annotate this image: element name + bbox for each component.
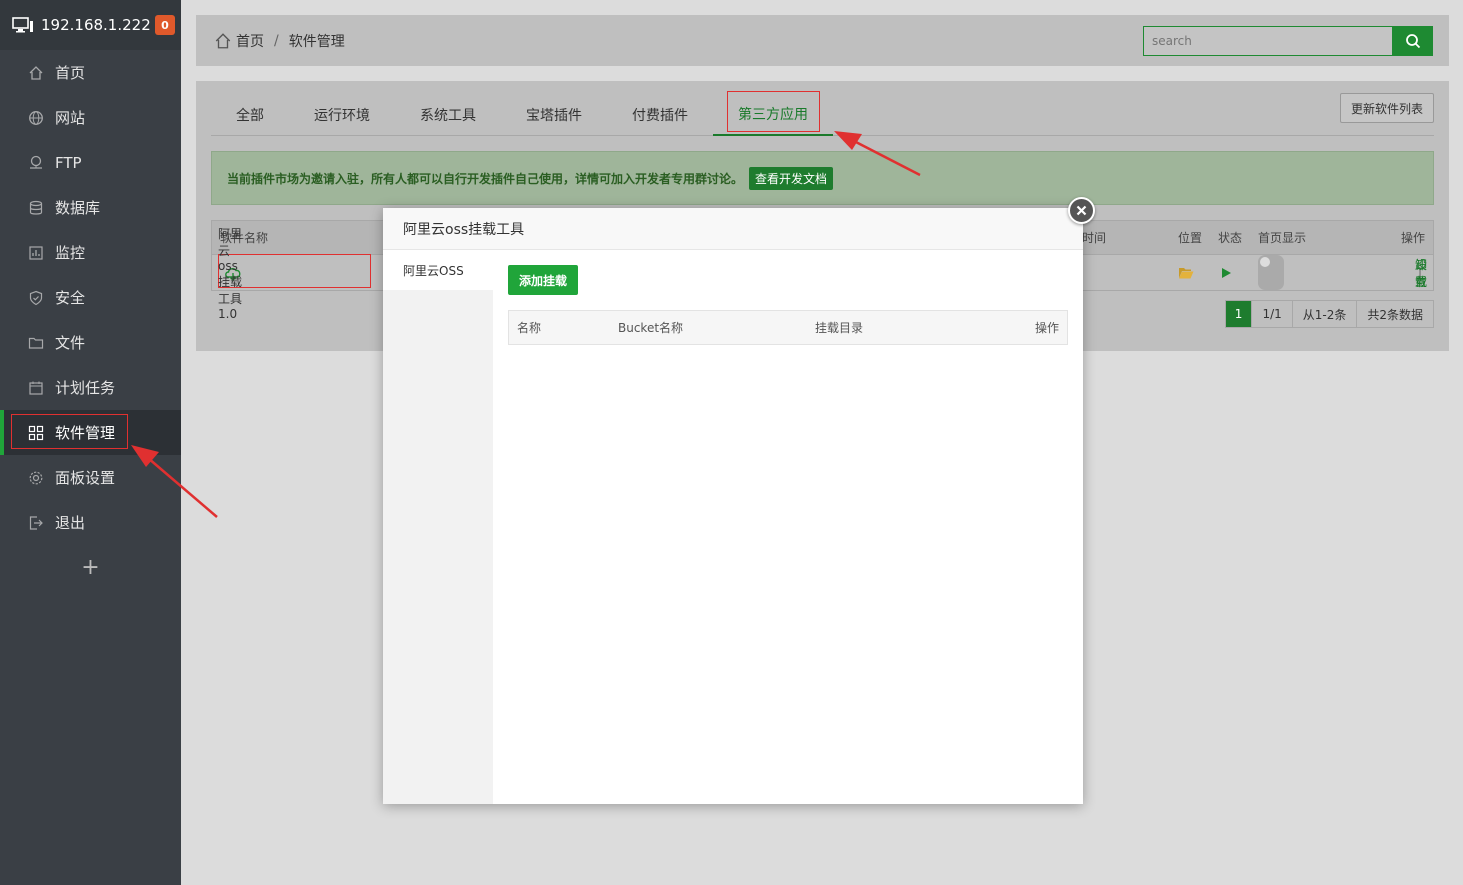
home-icon (215, 32, 231, 48)
tab-third-party[interactable]: 第三方应用 (713, 91, 833, 136)
sidebar-item-panel-settings[interactable]: 面板设置 (0, 455, 181, 500)
sidebar-item-files[interactable]: 文件 (0, 320, 181, 365)
search-box (1143, 26, 1433, 56)
server-ip: 192.168.1.222 (41, 16, 151, 34)
sidebar-item-home[interactable]: 首页 (0, 50, 181, 95)
sidebar-item-monitor[interactable]: 监控 (0, 230, 181, 275)
calendar-icon (28, 380, 44, 396)
sidebar-item-logout[interactable]: 退出 (0, 500, 181, 545)
col-mount-action: 操作 (1034, 321, 1059, 335)
category-tabs: 全部 运行环境 系统工具 宝塔插件 付费插件 第三方应用 (211, 91, 1434, 136)
col-location: 位置 (1178, 231, 1203, 245)
sidebar-item-label: 安全 (55, 289, 86, 307)
col-status: 状态 (1218, 231, 1243, 245)
start-button[interactable] (1220, 255, 1232, 290)
breadcrumb-separator: / (274, 32, 279, 49)
sidebar-item-ftp[interactable]: FTP (0, 140, 181, 185)
close-dialog-button[interactable] (1068, 197, 1095, 224)
sidebar-item-database[interactable]: 数据库 (0, 185, 181, 230)
sidebar-item-label: 首页 (55, 64, 86, 82)
sidebar-item-label: 面板设置 (55, 469, 116, 487)
page-total: 共2条数据 (1367, 307, 1423, 322)
sidebar-item-label: 文件 (55, 334, 86, 352)
gear-icon (28, 470, 44, 486)
view-docs-button[interactable]: 查看开发文档 (749, 166, 834, 190)
top-bar: 首页 / 软件管理 (196, 15, 1449, 66)
search-button[interactable] (1393, 26, 1433, 56)
folder-open-icon (1179, 267, 1194, 278)
annotation-box (11, 414, 128, 449)
notice-banner: 当前插件市场为邀请入驻，所有人都可以自行开发插件自己使用，详情可加入开发者专用群… (211, 151, 1434, 205)
sidebar-header: 192.168.1.222 0 (0, 0, 181, 50)
mount-table-header: 名称 Bucket名称 挂载目录 操作 (508, 310, 1068, 345)
dialog-tab-aliyun-oss[interactable]: 阿里云OSS (383, 250, 493, 290)
breadcrumb-current: 软件管理 (288, 33, 345, 50)
dialog-sidebar: 阿里云OSS (383, 250, 493, 804)
page-range: 从1-2条 (1293, 301, 1358, 327)
add-shortcut-button[interactable]: + (0, 545, 181, 589)
sidebar-item-security[interactable]: 安全 (0, 275, 181, 320)
add-mount-button[interactable]: 添加挂载 (508, 265, 579, 295)
col-mount-dir: 挂载目录 (815, 321, 864, 335)
toggle-switch (1258, 255, 1284, 290)
breadcrumb: 首页 / 软件管理 (196, 31, 345, 51)
col-time: 时间 (1082, 231, 1107, 245)
notice-text: 当前插件市场为邀请入驻，所有人都可以自行开发插件自己使用，详情可加入开发者专用群… (227, 171, 744, 186)
sidebar: 192.168.1.222 0 首页 网站 FTP 数据库 监控 安全 文件 计… (0, 0, 181, 885)
sidebar-item-software[interactable]: 软件管理 (0, 410, 181, 455)
sidebar-item-cron[interactable]: 计划任务 (0, 365, 181, 410)
sidebar-item-label: 计划任务 (55, 379, 116, 397)
home-icon (28, 65, 44, 81)
dialog-body: 添加挂载 名称 Bucket名称 挂载目录 操作 (493, 250, 1083, 804)
monitor-icon (28, 245, 44, 261)
sidebar-item-label: 退出 (55, 514, 86, 532)
globe-icon (28, 110, 44, 126)
dialog-title: 阿里云oss挂载工具 (383, 208, 1083, 250)
search-input[interactable] (1143, 26, 1393, 56)
software-name: 阿里云oss挂载工具 1.0 (218, 227, 243, 321)
logout-icon (28, 515, 44, 531)
sidebar-item-website[interactable]: 网站 (0, 95, 181, 140)
tab-bt-plugins[interactable]: 宝塔插件 (501, 93, 607, 136)
col-action: 操作 (1400, 231, 1425, 245)
play-icon (1222, 267, 1231, 278)
search-icon (1406, 34, 1421, 49)
tab-system-tools[interactable]: 系统工具 (395, 93, 501, 136)
breadcrumb-home[interactable]: 首页 (236, 31, 264, 51)
sidebar-item-label: 数据库 (55, 199, 101, 217)
software-name-cell: 阿里云oss挂载工具 1.0 (218, 227, 371, 321)
folder-icon (28, 335, 44, 351)
pagination: 1 1/1 从1-2条 共2条数据 (1224, 300, 1434, 328)
col-mount-name: 名称 (517, 321, 542, 335)
annotation-box (727, 91, 820, 132)
ftp-icon (28, 155, 44, 171)
open-folder-button[interactable] (1178, 255, 1194, 290)
uninstall-link[interactable]: 卸载 (1415, 255, 1427, 290)
shield-icon (28, 290, 44, 306)
col-home-display: 首页显示 (1258, 231, 1307, 245)
tab-all[interactable]: 全部 (211, 93, 289, 136)
tab-runtime[interactable]: 运行环境 (289, 93, 395, 136)
close-icon (1076, 205, 1087, 216)
message-badge[interactable]: 0 (155, 15, 175, 35)
monitor-icon (12, 17, 33, 33)
row-actions: 设置 | 卸载 (1415, 255, 1427, 290)
database-icon (28, 200, 44, 216)
sidebar-item-label: 监控 (55, 244, 86, 262)
page-count: 1/1 (1252, 301, 1293, 327)
sidebar-item-label: 网站 (55, 109, 86, 127)
sidebar-item-label: FTP (55, 153, 82, 172)
col-bucket-name: Bucket名称 (618, 321, 684, 335)
tab-paid-plugins[interactable]: 付费插件 (607, 93, 713, 136)
update-list-button[interactable]: 更新软件列表 (1339, 93, 1434, 123)
sidebar-nav: 首页 网站 FTP 数据库 监控 安全 文件 计划任务 软件管理 面板设置 退出 (0, 50, 181, 545)
oss-mount-dialog: 阿里云oss挂载工具 阿里云OSS 添加挂载 名称 Bucket名称 挂载目录 … (383, 208, 1083, 804)
page-current[interactable]: 1 (1225, 301, 1253, 327)
